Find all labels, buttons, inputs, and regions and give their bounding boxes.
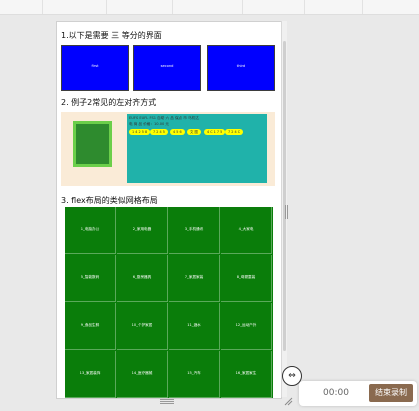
tag-pill[interactable]: 7 2 4 5 — [150, 129, 168, 135]
stop-recording-button[interactable]: 结束录制 — [369, 384, 413, 402]
section1-title: 1.以下是需要 三 等分的界面 — [61, 31, 162, 40]
tag-pill[interactable]: 4 5 6 — [170, 129, 185, 135]
tag-pill[interactable]: 4 C 1 7 5 — [204, 129, 226, 135]
tag-pill[interactable]: 1 4 2 5 8 — [129, 129, 151, 135]
grid-cell[interactable]: 9_食品生鲜 — [65, 303, 116, 350]
category-grid: 1_电脑办公 2_家用电器 3_手机通讯 4_大家电 5_智能数码 6_厨房器具… — [65, 207, 273, 398]
tag-pill[interactable]: 文 图 — [187, 129, 201, 135]
section2-title: 2. 例子2常见的左对齐方式 — [61, 98, 157, 107]
section2-container: EUFS EUFL FS1 自助 六 品 保点 市 乌机达 电 商 品 价格：1… — [61, 112, 275, 186]
product-image — [73, 121, 112, 167]
product-title: EUFS EUFL FS1 自助 六 品 保点 市 乌机达 — [129, 116, 199, 120]
grid-cell[interactable]: 5_智能数码 — [65, 255, 116, 302]
recording-timer: 00:00 — [323, 388, 349, 398]
product-info: EUFS EUFL FS1 自助 六 品 保点 市 乌机达 电 商 品 价格：1… — [127, 114, 267, 183]
tag-pill[interactable]: 7 2 4 C — [225, 129, 244, 135]
browser-toolbar — [0, 0, 419, 15]
grid-cell[interactable]: 12_运动户外 — [221, 303, 272, 350]
grid-cell[interactable]: 3_手机通讯 — [169, 207, 220, 254]
grid-cell[interactable]: 8_母婴童装 — [221, 255, 272, 302]
grid-cell[interactable]: 14_医疗器械 — [117, 351, 168, 398]
vertical-drag-handle[interactable] — [285, 204, 289, 219]
grid-cell[interactable]: 15_汽车 — [169, 351, 220, 398]
horizontal-drag-handle[interactable] — [160, 398, 174, 404]
preview-frame[interactable]: 1.以下是需要 三 等分的界面 first second third 2. 例子… — [56, 21, 282, 399]
grid-cell[interactable]: 11_酒水 — [169, 303, 220, 350]
grid-cell[interactable]: 10_个护家居 — [117, 303, 168, 350]
scrollbar-thumb[interactable] — [283, 41, 286, 351]
grid-cell[interactable]: 13_家居装饰 — [65, 351, 116, 398]
grid-cell[interactable]: 4_大家电 — [221, 207, 272, 254]
grid-cell[interactable]: 7_家居家装 — [169, 255, 220, 302]
equal-box-second: second — [133, 45, 201, 91]
equal-box-third: third — [207, 45, 275, 91]
resize-corner-icon[interactable] — [283, 396, 293, 406]
grid-cell[interactable]: 16_家居家生 — [221, 351, 272, 398]
grid-cell[interactable]: 2_家用电器 — [117, 207, 168, 254]
grid-cell[interactable]: 1_电脑办公 — [65, 207, 116, 254]
section3-title: 3. flex布局的类似网格布局 — [61, 196, 158, 205]
grid-cell[interactable]: 6_厨房器具 — [117, 255, 168, 302]
product-price: 电 商 品 价格：10.00 元 — [129, 122, 170, 126]
recorder-panel: 00:00 结束录制 — [299, 381, 417, 406]
equal-box-first: first — [61, 45, 129, 91]
